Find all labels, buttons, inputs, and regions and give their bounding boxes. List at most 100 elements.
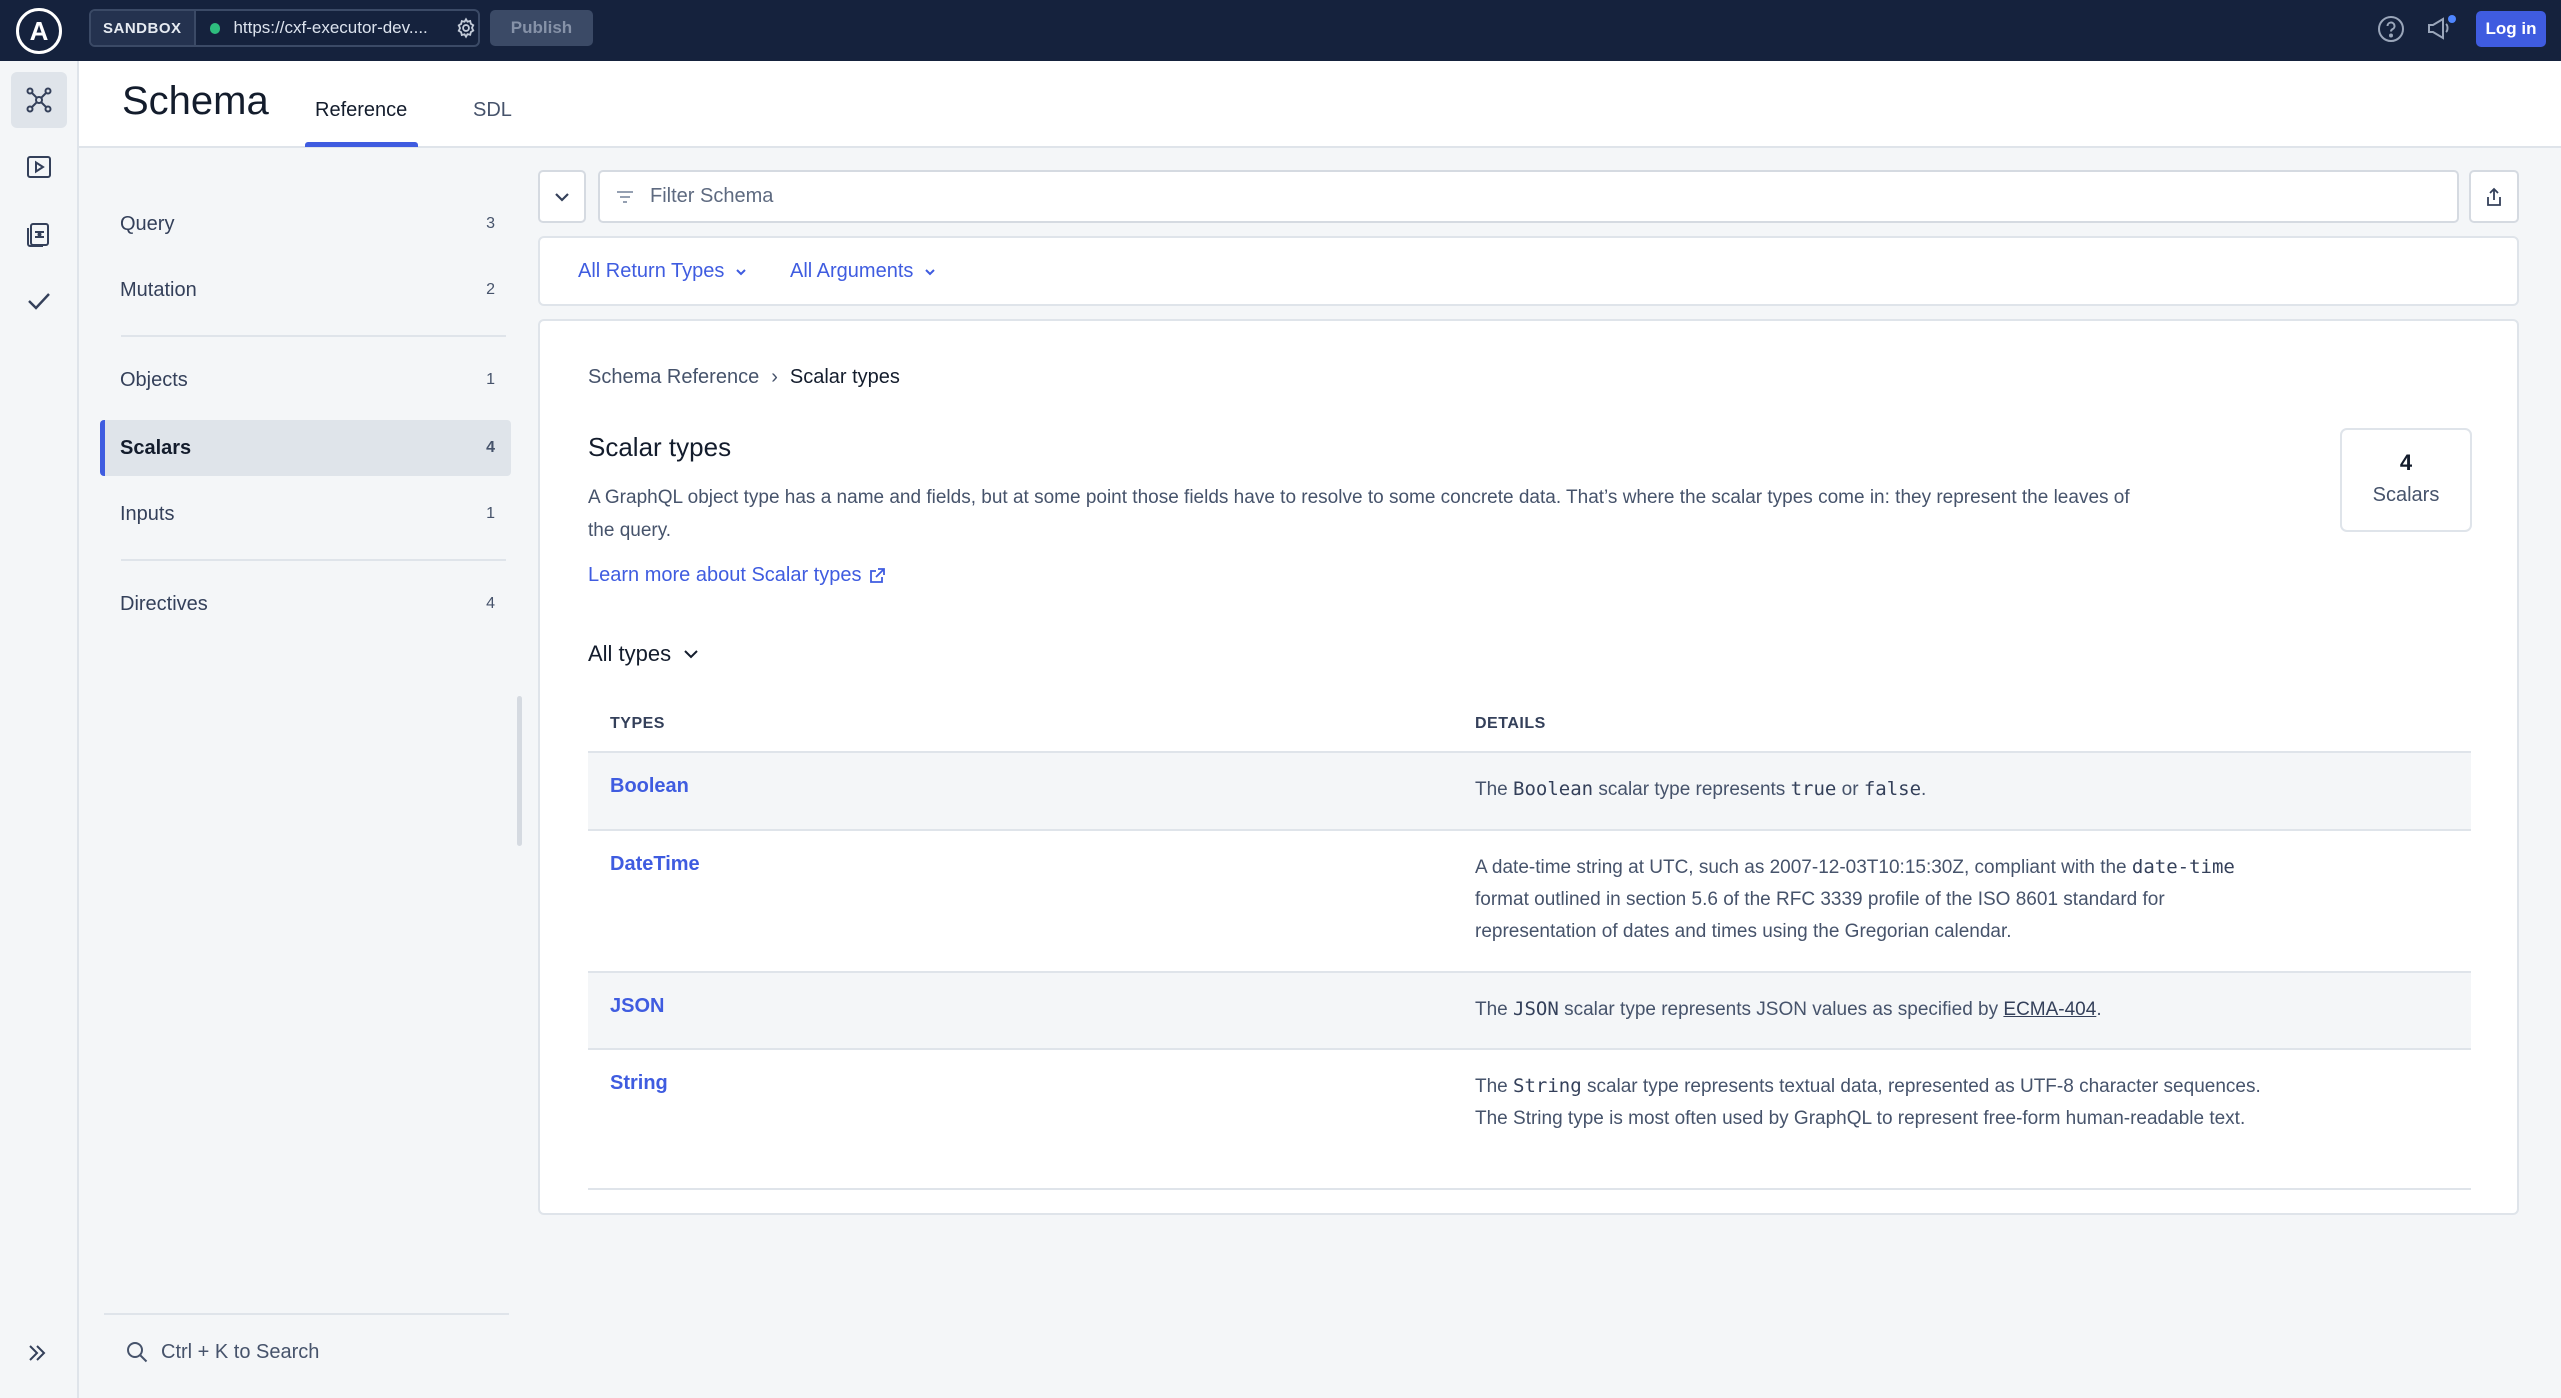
login-button[interactable]: Log in [2476,11,2546,47]
sidebar-item-count: 2 [486,281,495,298]
sidebar-item-label: Inputs [120,502,175,525]
type-description: The JSON scalar type represents JSON val… [1475,973,2275,1046]
code-text: true [1790,778,1837,800]
endpoint-url[interactable]: https://cxf-executor-dev.... [233,18,442,38]
filter-schema-field[interactable] [598,170,2459,223]
desc-text: or [1836,779,1864,800]
double-chevron-right-icon[interactable] [24,1340,54,1370]
search-shortcut-label: Ctrl + K to Search [161,1340,320,1363]
return-types-dropdown[interactable]: All Return Types [578,260,748,283]
type-description: The Boolean scalar type represents true … [1475,753,2275,826]
sidebar-item-query[interactable]: Query 3 [100,196,511,252]
desc-text: The [1475,1076,1514,1097]
code-text: String [1513,1075,1582,1097]
filter-dropdown-bar: All Return Types All Arguments [538,236,2519,306]
sidebar-item-objects[interactable]: Objects 1 [100,352,511,408]
breadcrumb: Schema Reference › Scalar types [588,366,900,389]
table-row: DateTime A date-time string at UTC, such… [588,831,2471,973]
apollo-logo[interactable]: A [16,8,62,54]
active-tab-indicator [305,142,418,147]
sidebar-item-mutation[interactable]: Mutation 2 [100,262,511,318]
tab-reference[interactable]: Reference [315,99,407,122]
table-row: String The String scalar type represents… [588,1050,2471,1190]
schema-graph-icon[interactable] [11,72,67,128]
scalar-count-label: Scalars [2372,484,2440,506]
collapse-toggle-button[interactable] [538,170,586,223]
sidebar-item-inputs[interactable]: Inputs 1 [100,486,511,542]
type-link-boolean[interactable]: Boolean [610,775,689,798]
checkmark-icon[interactable] [11,273,67,329]
scalar-types-table: TYPES DETAILS Boolean The Boolean scalar… [588,693,2471,1190]
tab-sdl[interactable]: SDL [473,99,512,122]
sidebar-divider [121,335,506,337]
sidebar-item-label: Directives [120,592,208,615]
desc-text: . [2096,999,2102,1020]
arguments-dropdown[interactable]: All Arguments [790,260,937,283]
desc-text: scalar type represents JSON values as sp… [1558,999,2004,1020]
filter-lines-icon [617,190,633,203]
section-title: Scalar types [588,432,732,462]
connection-status-dot [209,22,221,34]
all-types-dropdown[interactable]: All types [588,641,701,667]
type-link-datetime[interactable]: DateTime [610,853,700,876]
sidebar-item-count: 4 [486,439,495,456]
checks-clipboard-icon[interactable] [11,206,67,262]
chevron-down-icon [736,268,747,275]
explorer-play-icon[interactable] [11,139,67,195]
breadcrumb-separator: › [771,366,778,388]
scalar-count-number: 4 [2399,450,2413,475]
breadcrumb-current: Scalar types [789,366,900,388]
desc-text: The [1475,779,1514,800]
sidebar-item-count: 1 [486,371,495,388]
sidebar-item-scalars[interactable]: Scalars 4 [100,420,511,476]
code-text: JSON [1513,998,1559,1020]
desc-text: format outlined in section 5.6 of the RF… [1475,889,2165,942]
scalar-types-card: Schema Reference › Scalar types Scalar t… [538,319,2519,1215]
sidebar-item-label: Query [120,212,175,235]
sidebar-item-label: Objects [120,368,188,391]
table-row: JSON The JSON scalar type represents JSO… [588,973,2471,1050]
search-shortcut[interactable]: Ctrl + K to Search [125,1340,319,1364]
desc-text: The [1475,999,1514,1020]
help-icon[interactable] [2376,14,2406,44]
desc-text: scalar type represents textual data, rep… [1475,1076,2261,1129]
sidebar-resize-handle[interactable] [517,696,522,846]
desc-text: . [1921,779,1927,800]
type-description: The String scalar type represents textua… [1475,1050,2275,1155]
sidebar-item-count: 3 [486,215,495,232]
share-export-icon [2487,187,2501,206]
sidebar-item-label: Scalars [120,436,192,459]
type-link-json[interactable]: JSON [610,995,664,1018]
return-types-label: All Return Types [578,260,725,282]
filter-schema-input[interactable] [650,185,2350,208]
gear-icon[interactable] [454,16,478,40]
learn-more-label: Learn more about Scalar types [588,564,862,586]
desc-text: scalar type represents [1593,779,1791,800]
external-link-icon [869,567,885,583]
code-text: Boolean [1513,778,1594,800]
top-bar: A SANDBOX https://cxf-executor-dev.... P… [0,0,2561,61]
sidebar-item-count: 1 [486,505,495,522]
sandbox-badge: SANDBOX [91,11,196,45]
export-button[interactable] [2469,170,2519,223]
table-row: Boolean The Boolean scalar type represen… [588,753,2471,831]
sidebar-divider [121,559,506,561]
arguments-label: All Arguments [790,260,914,282]
page-header: Schema Reference SDL [79,61,2561,148]
endpoint-selector[interactable]: SANDBOX https://cxf-executor-dev.... [89,9,480,47]
code-text: false [1863,778,1922,800]
sidebar-divider [104,1313,509,1315]
sidebar-item-directives[interactable]: Directives 4 [100,576,511,632]
chevron-down-icon [925,268,936,275]
type-link-string[interactable]: String [610,1072,668,1095]
breadcrumb-parent-link[interactable]: Schema Reference [588,366,759,389]
learn-more-link[interactable]: Learn more about Scalar types [588,564,886,587]
column-header-details: DETAILS [1475,715,1546,732]
all-types-label: All types [588,641,672,666]
type-description: A date-time string at UTC, such as 2007-… [1475,831,2275,968]
page-title: Schema [122,79,269,123]
publish-button[interactable]: Publish [490,10,593,46]
ecma-404-link[interactable]: ECMA-404 [2003,999,2096,1020]
left-rail [0,61,79,1398]
announcement-icon[interactable] [2424,12,2458,44]
